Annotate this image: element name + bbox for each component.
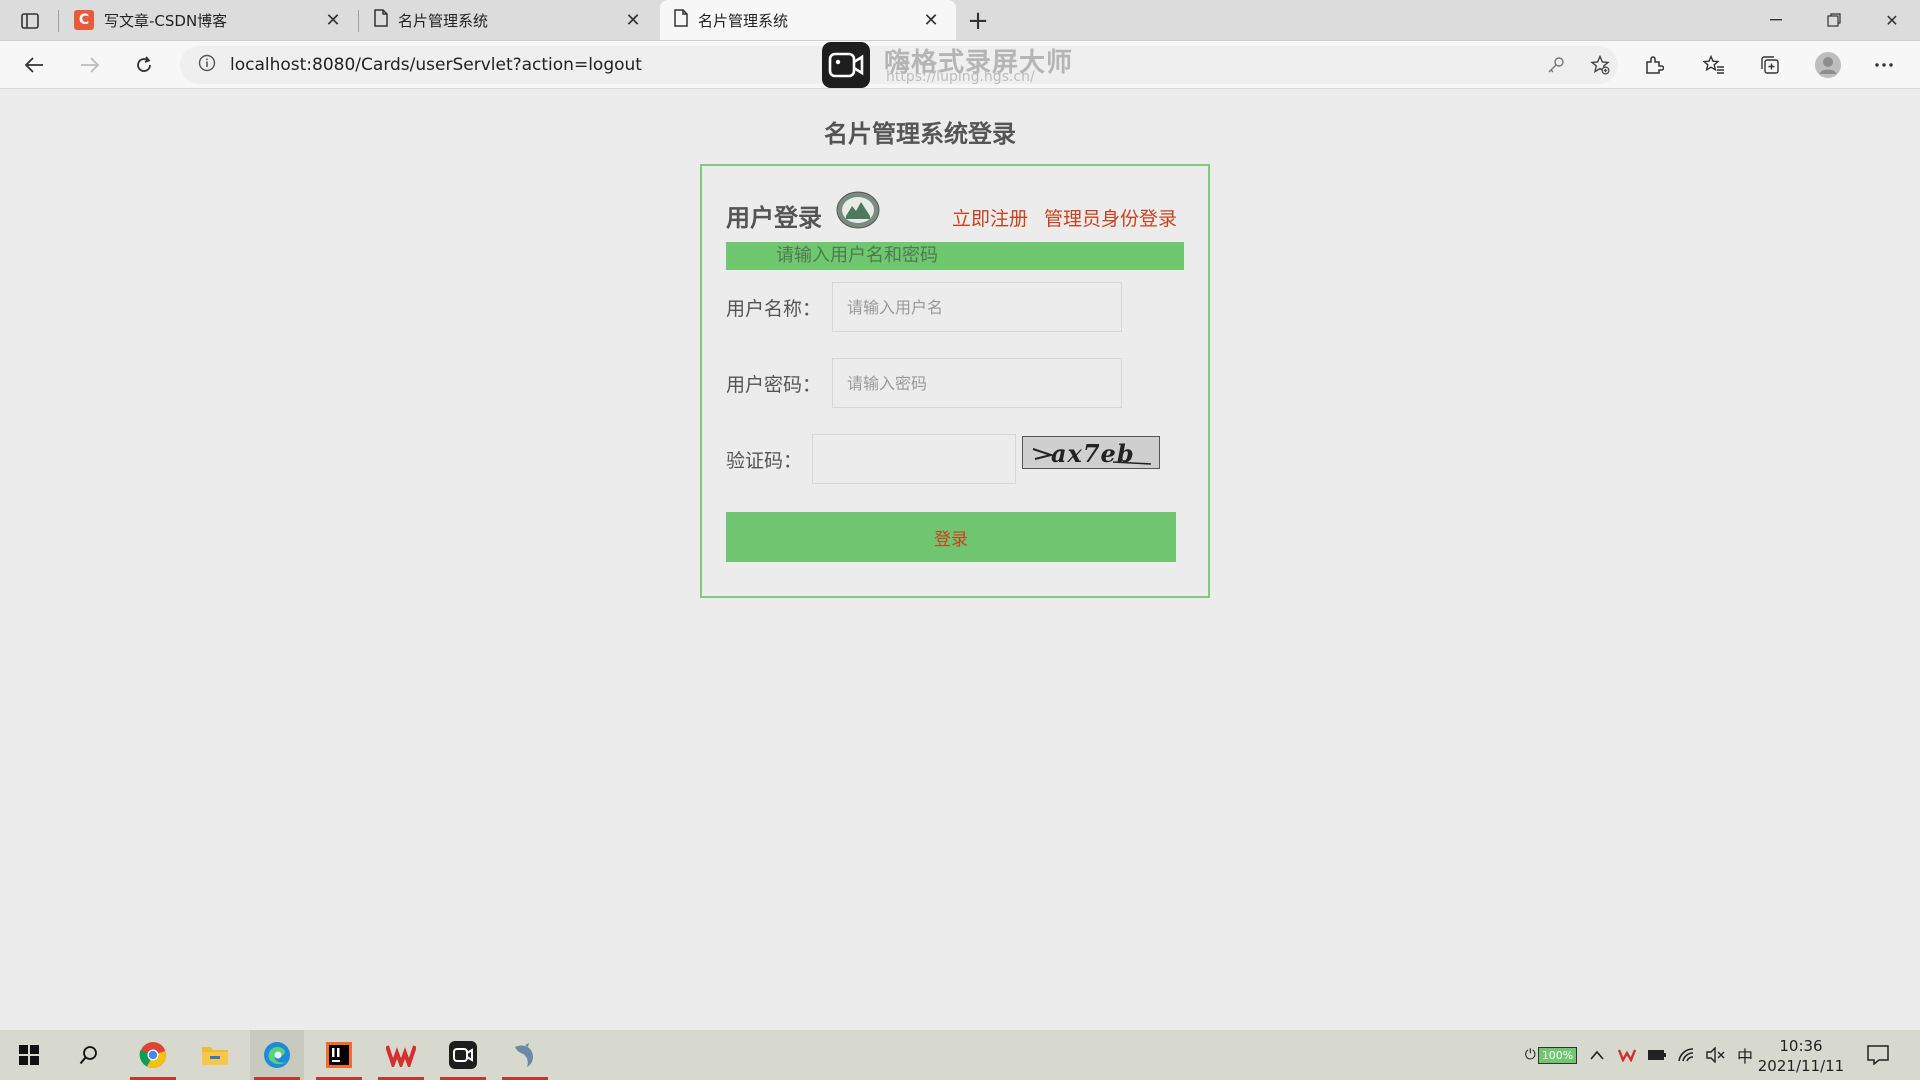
battery-indicator[interactable]: ⏻ 100% [1520,1043,1582,1067]
tab-separator [358,10,359,32]
windows-start-icon[interactable] [2,1030,56,1080]
power-plug-icon: ⏻ [1524,1047,1536,1063]
login-heading: 用户登录 [726,204,822,232]
video-camera-icon [822,42,870,88]
new-tab-button[interactable]: + [962,6,994,36]
login-button[interactable]: 登录 [726,512,1176,562]
register-link[interactable]: 立即注册 [952,204,1028,231]
password-label: 用户密码： [726,374,822,396]
wps-tray-icon[interactable] [1616,1043,1638,1067]
mysql-dolphin-icon[interactable] [498,1030,552,1080]
captcha-input[interactable] [812,434,1016,484]
edge-icon[interactable] [250,1030,304,1080]
username-input[interactable] [832,282,1122,332]
battery-icon[interactable] [1646,1043,1668,1067]
tab-close-icon[interactable]: ✕ [920,9,942,31]
restore-icon[interactable] [1806,0,1862,40]
username-label: 用户名称： [726,298,822,320]
admin-login-link[interactable]: 管理员身份登录 [1044,204,1177,231]
captcha-image[interactable]: ax7eb [1022,436,1160,469]
battery-percent: 100% [1537,1046,1578,1064]
forward-icon[interactable] [72,49,108,81]
tab-title: 名片管理系统 [698,11,789,30]
tab-separator [58,10,59,32]
password-input[interactable] [832,358,1122,408]
close-window-icon[interactable]: ✕ [1864,0,1920,40]
volume-muted-icon[interactable] [1704,1043,1726,1067]
file-explorer-icon[interactable] [188,1030,242,1080]
input-method-indicator[interactable]: 中 [1734,1043,1756,1067]
favorites-icon[interactable] [1696,49,1732,81]
recorder-watermark: 嗨格式录屏大师 https://luping.hgs.cn/ [822,42,1102,88]
tab-title: 名片管理系统 [398,11,489,30]
page-icon [674,9,688,31]
search-icon[interactable] [62,1030,116,1080]
info-icon[interactable] [198,54,216,76]
wps-office-icon[interactable] [374,1030,428,1080]
collections-icon[interactable] [1752,49,1788,81]
profile-avatar-icon[interactable] [1810,49,1846,81]
csdn-icon: C [74,10,94,30]
reload-icon[interactable] [126,49,162,81]
tray-chevron-up-icon[interactable] [1588,1043,1606,1067]
tab-actions-icon[interactable] [14,8,46,34]
add-favorite-icon[interactable] [1584,49,1616,81]
page-icon [374,9,388,31]
tab-close-icon[interactable]: ✕ [322,9,344,31]
clock-time: 10:36 [1779,1037,1823,1055]
emblem-logo-icon [836,190,880,230]
tab-cards-1[interactable]: 名片管理系统 ✕ [360,0,658,40]
browser-tab-bar: C 写文章-CSDN博客 ✕ 名片管理系统 ✕ 名片管理系统 ✕ + ✕ [0,0,1920,41]
login-hint-bar: 请输入用户名和密码 [726,242,1184,270]
tab-close-icon[interactable]: ✕ [622,9,644,31]
minimize-icon[interactable] [1748,0,1804,40]
page-title: 名片管理系统登录 [824,120,1016,148]
tab-csdn[interactable]: C 写文章-CSDN博客 ✕ [60,0,358,40]
taskbar-clock[interactable]: 10:36 2021/11/11 [1756,1036,1846,1076]
more-menu-icon[interactable] [1866,49,1902,81]
notification-center-icon[interactable] [1866,1043,1890,1067]
captcha-text: ax7eb [1051,439,1135,468]
password-key-icon[interactable] [1540,49,1572,81]
screen-recorder-icon[interactable] [436,1030,490,1080]
back-icon[interactable] [16,49,52,81]
chrome-icon[interactable] [126,1030,180,1080]
extensions-icon[interactable] [1636,49,1672,81]
wifi-icon[interactable] [1676,1043,1698,1067]
url-text: localhost:8080/Cards/userServlet?action=… [230,55,642,75]
watermark-url: https://luping.hgs.cn/ [886,69,1035,85]
tab-title: 写文章-CSDN博客 [104,11,228,30]
tab-cards-active[interactable]: 名片管理系统 ✕ [660,0,956,40]
clock-date: 2021/11/11 [1757,1057,1845,1075]
windows-taskbar: ⏻ 100% 中 10:36 2021/11/11 [0,1030,1920,1080]
login-box: 用户登录 立即注册 管理员身份登录 请输入用户名和密码 用户名称： 用户密码： … [700,164,1210,598]
captcha-label: 验证码： [726,450,803,472]
intellij-idea-icon[interactable] [312,1030,366,1080]
